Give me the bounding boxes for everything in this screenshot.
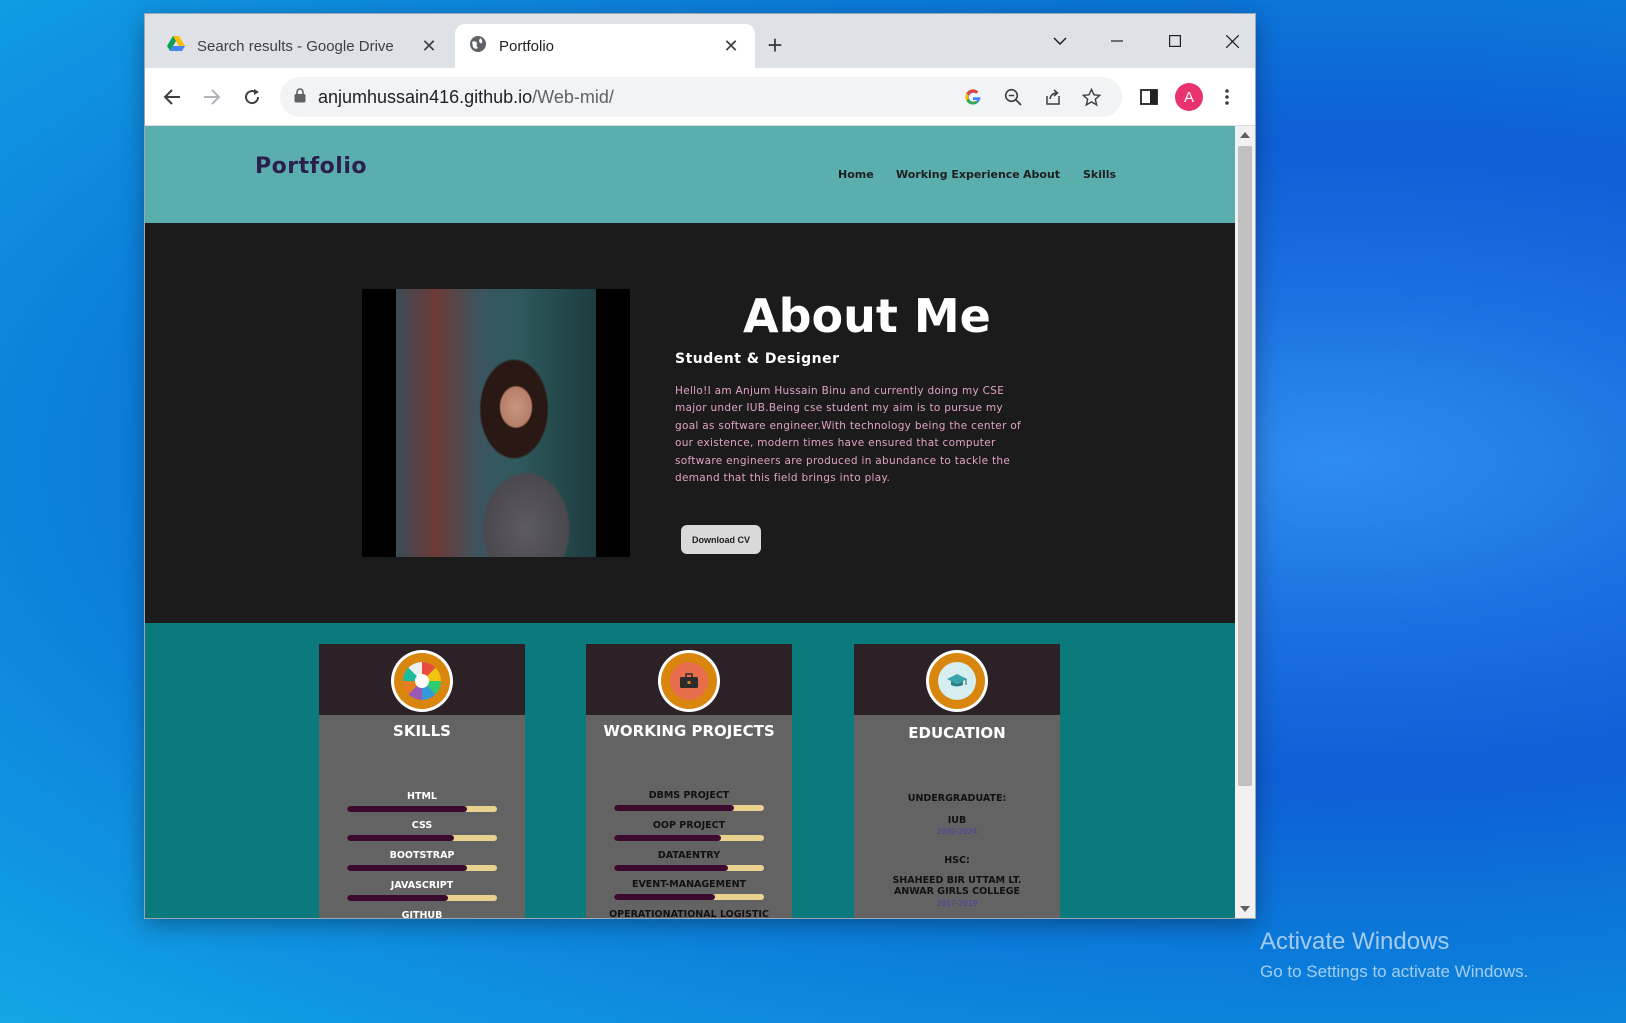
skill-label: CSS [411,820,433,831]
skill-bar [347,835,497,841]
tab-search-chevron-icon[interactable] [1040,26,1080,56]
avatar: A [1175,83,1203,111]
page-viewport: Portfolio Home Working Experience About … [145,126,1235,918]
hsc-school-line2: ANWAR GIRLS COLLEGE [893,886,1021,897]
scroll-up-arrow-icon[interactable] [1240,132,1250,138]
new-tab-button[interactable]: + [761,32,789,60]
back-arrow-icon[interactable] [157,82,187,112]
globe-icon [469,35,487,57]
zoom-out-icon[interactable] [1002,86,1024,108]
card-title: WORKING PROJECTS [603,722,775,740]
maximize-icon[interactable] [1155,26,1195,56]
tab-title: Search results - Google Drive [197,37,394,55]
skill-bar [347,895,497,901]
forward-arrow-icon[interactable] [197,82,227,112]
url-host: anjumhussain416.github.io [318,86,533,107]
nav-working-experience[interactable]: Working Experience [896,168,1020,181]
hsc-years: 2017-2019 [936,899,978,908]
project-label: DBMS PROJECT [648,790,730,801]
kebab-menu-icon[interactable] [1212,82,1242,112]
skills-card: SKILLS HTML CSS BOOTSTRAP JAVASCRIPT GIT… [319,644,525,918]
project-label: DATAENTRY [657,850,721,861]
cards-section: SKILLS HTML CSS BOOTSTRAP JAVASCRIPT GIT… [145,623,1235,918]
nav-about[interactable]: About [1023,168,1060,181]
project-label: OPERATIONATIONAL LOGISTIC [609,909,769,919]
tab-strip: Search results - Google Drive ✕ Portfoli… [145,14,1255,68]
side-panel-icon[interactable] [1134,82,1164,112]
card-title: SKILLS [393,722,451,740]
project-bar [614,835,764,841]
skill-bar [347,806,497,812]
browser-window: Search results - Google Drive ✕ Portfoli… [145,14,1255,918]
profile-photo-frame [362,289,630,557]
card-title: EDUCATION [908,724,1006,742]
hsc-school-line1: SHAHEED BIR UTTAM LT. [892,875,1022,886]
download-cv-button[interactable]: Download CV [681,525,761,554]
education-card: EDUCATION UNDERGRADUATE: IUB 2020-2024 H… [854,644,1060,918]
activate-windows-watermark: Activate Windows Go to Settings to activ… [1260,928,1528,982]
nav-skills[interactable]: Skills [1083,168,1116,181]
undergrad-years: 2020-2024 [936,827,978,836]
page-scrollbar[interactable] [1235,126,1255,918]
skills-palette-icon [391,650,453,712]
nav-home[interactable]: Home [838,168,874,181]
project-bar [614,894,764,900]
share-icon[interactable] [1042,86,1064,108]
lock-icon[interactable] [294,87,306,108]
undergrad-label: UNDERGRADUATE: [907,793,1007,804]
hsc-label: HSC: [944,855,970,866]
close-window-icon[interactable] [1212,26,1252,56]
site-logo[interactable]: Portfolio [255,154,367,179]
profile-photo [396,289,596,557]
skill-label: JAVASCRIPT [390,880,454,891]
card-header [586,644,792,715]
google-drive-icon [167,36,185,56]
browser-toolbar: anjumhussain416.github.io/Web-mid/ A [145,68,1255,126]
skill-label: BOOTSTRAP [389,850,455,861]
close-tab-icon[interactable]: ✕ [419,36,439,56]
tab-portfolio[interactable]: Portfolio ✕ [455,24,755,68]
project-label: EVENT-MANAGEMENT [631,879,747,890]
reload-icon[interactable] [237,82,267,112]
activate-windows-subtitle: Go to Settings to activate Windows. [1260,962,1529,981]
close-tab-icon[interactable]: ✕ [721,36,741,56]
card-header [319,644,525,715]
bookmark-star-icon[interactable] [1080,86,1102,108]
skill-bar [347,865,497,871]
project-bar [614,865,764,871]
google-lens-icon[interactable] [962,86,984,108]
address-bar[interactable]: anjumhussain416.github.io/Web-mid/ [280,77,1122,117]
minimize-icon[interactable] [1097,26,1137,56]
tab-title: Portfolio [499,37,555,55]
profile-avatar[interactable]: A [1174,82,1204,112]
url-path: /Web-mid/ [532,86,614,107]
scroll-down-arrow-icon[interactable] [1240,906,1250,912]
about-section: About Me Student & Designer Hello!I am A… [145,223,1235,623]
site-header: Portfolio Home Working Experience About … [145,126,1235,223]
about-text: Hello!I am Anjum Hussain Binu and curren… [675,385,1022,485]
tab-google-drive[interactable]: Search results - Google Drive ✕ [153,24,453,68]
project-bar [614,805,764,811]
skill-label: HTML [407,791,437,802]
about-title: About Me [743,289,991,343]
skill-label: GITHUB [401,910,443,918]
scroll-thumb[interactable] [1238,146,1252,786]
briefcase-icon [658,650,720,712]
card-header [854,644,1060,715]
project-label: OOP PROJECT [652,820,726,831]
about-subtitle: Student & Designer [675,351,840,367]
graduation-cap-icon [926,650,988,712]
activate-windows-title: Activate Windows [1260,928,1450,955]
projects-card: WORKING PROJECTS DBMS PROJECT OOP PROJEC… [586,644,792,918]
undergrad-school: IUB [947,815,967,826]
